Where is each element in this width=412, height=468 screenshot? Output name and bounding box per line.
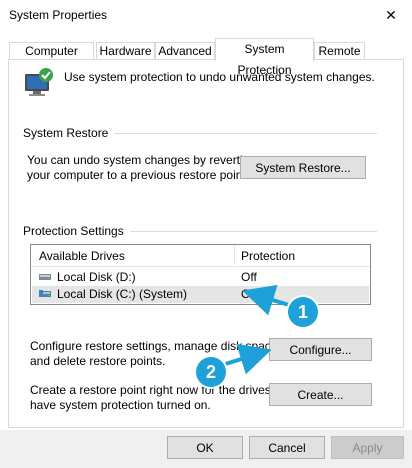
tab-system-protection[interactable]: System Protection [215,38,314,77]
annotation-badge-1: 1 [288,297,318,327]
annotation-arrow-2 [221,343,272,375]
annotation-arrow-1 [242,284,293,316]
annotation-badge-2: 2 [196,357,226,387]
annotation-arrows [221,284,293,375]
